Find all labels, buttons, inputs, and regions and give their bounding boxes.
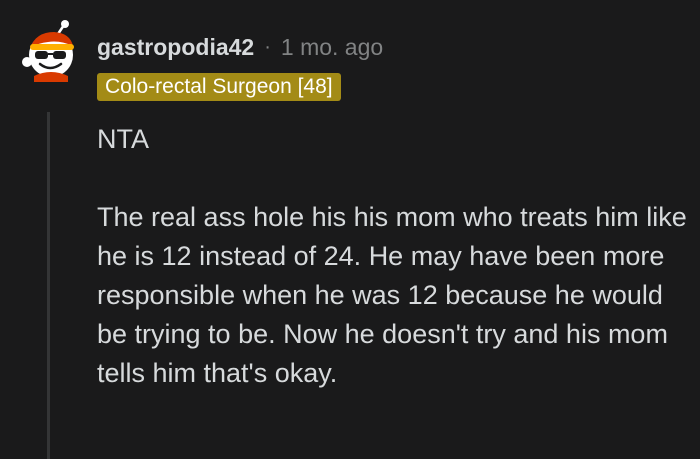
separator-dot: · — [264, 35, 271, 58]
comment-paragraph: NTA — [97, 124, 149, 154]
author-username[interactable]: gastropodia42 — [97, 34, 254, 61]
comment: gastropodia42 · 1 mo. ago Colo-rectal Su… — [0, 0, 700, 459]
snoo-avatar-icon[interactable] — [18, 18, 82, 82]
comment-paragraph: The real ass hole his his mom who treats… — [97, 202, 687, 388]
user-flair-badge: Colo-rectal Surgeon [48] — [97, 73, 341, 101]
comment-header: gastropodia42 · 1 mo. ago — [97, 32, 383, 62]
comment-timestamp[interactable]: 1 mo. ago — [281, 34, 383, 61]
avatar-graphic — [22, 20, 74, 82]
comment-body: NTA The real ass hole his his mom who tr… — [97, 120, 687, 393]
thread-collapse-line[interactable] — [47, 112, 50, 459]
